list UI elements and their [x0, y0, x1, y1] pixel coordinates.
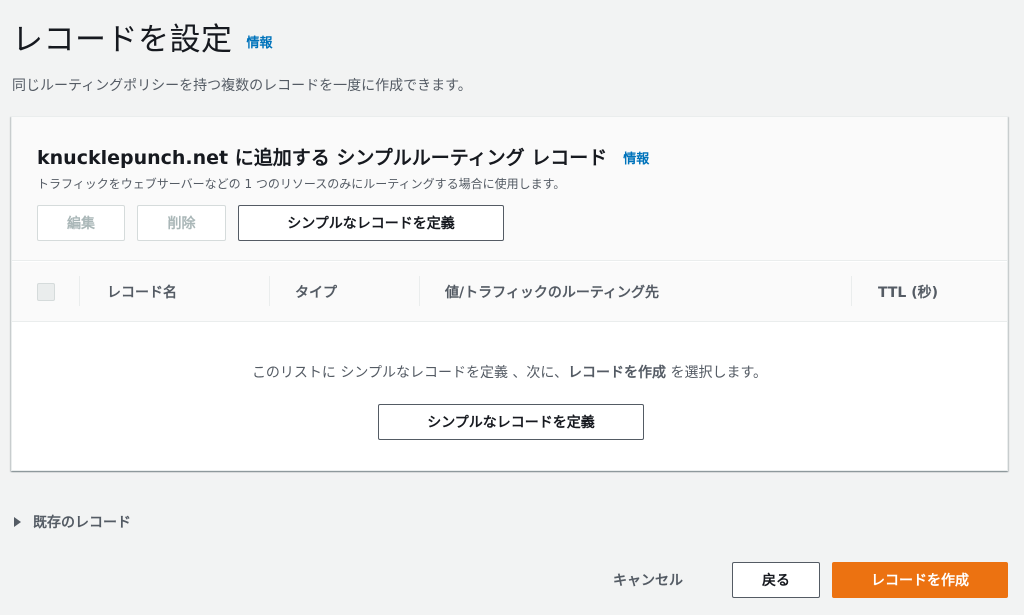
- empty-message-prefix: このリストに シンプルなレコードを定義 、次に、: [251, 365, 568, 381]
- existing-records-label: 既存のレコード: [33, 515, 131, 531]
- page-info-link[interactable]: 情報: [247, 32, 273, 51]
- simple-routing-records-panel: knucklepunch.net に追加する シンプルルーティング レコード 情…: [11, 116, 1008, 471]
- panel-header: knucklepunch.net に追加する シンプルルーティング レコード 情…: [12, 117, 1007, 261]
- page-title: レコードを設定: [12, 22, 233, 58]
- panel-description: トラフィックをウェブサーバーなどの 1 つのリソースのみにルーティングする場合に…: [37, 177, 566, 191]
- define-simple-record-empty-button[interactable]: シンプルなレコードを定義: [378, 404, 644, 440]
- define-simple-record-button[interactable]: シンプルなレコードを定義: [238, 205, 504, 241]
- column-record-name[interactable]: レコード名: [107, 262, 177, 322]
- records-table-header: レコード名 タイプ 値/トラフィックのルーティング先 TTL (秒): [12, 262, 1007, 322]
- select-all-checkbox[interactable]: [37, 283, 55, 301]
- column-value-routing[interactable]: 値/トラフィックのルーティング先: [445, 262, 659, 322]
- empty-table-message: このリストに シンプルなレコードを定義 、次に、レコードを作成 を選択します。: [12, 362, 1007, 382]
- panel-info-link[interactable]: 情報: [623, 148, 649, 167]
- empty-message-bold: レコードを作成: [568, 365, 666, 381]
- column-type[interactable]: タイプ: [295, 262, 337, 322]
- panel-title: knucklepunch.net に追加する シンプルルーティング レコード: [37, 147, 608, 169]
- cancel-button[interactable]: キャンセル: [590, 562, 706, 598]
- column-divider[interactable]: [851, 276, 852, 306]
- column-divider[interactable]: [79, 276, 80, 306]
- column-divider[interactable]: [419, 276, 420, 306]
- empty-message-suffix: を選択します。: [666, 365, 768, 381]
- caret-right-icon: [14, 517, 21, 527]
- back-button[interactable]: 戻る: [732, 562, 820, 598]
- page-header: レコードを設定 情報: [12, 14, 273, 59]
- edit-button[interactable]: 編集: [37, 205, 125, 241]
- column-ttl[interactable]: TTL (秒): [878, 262, 938, 322]
- existing-records-expander[interactable]: 既存のレコード: [14, 512, 131, 532]
- column-divider[interactable]: [269, 276, 270, 306]
- panel-title-row: knucklepunch.net に追加する シンプルルーティング レコード 情…: [37, 143, 649, 170]
- create-records-button[interactable]: レコードを作成: [832, 562, 1008, 598]
- page-description: 同じルーティングポリシーを持つ複数のレコードを一度に作成できます。: [12, 78, 472, 94]
- delete-button[interactable]: 削除: [137, 205, 226, 241]
